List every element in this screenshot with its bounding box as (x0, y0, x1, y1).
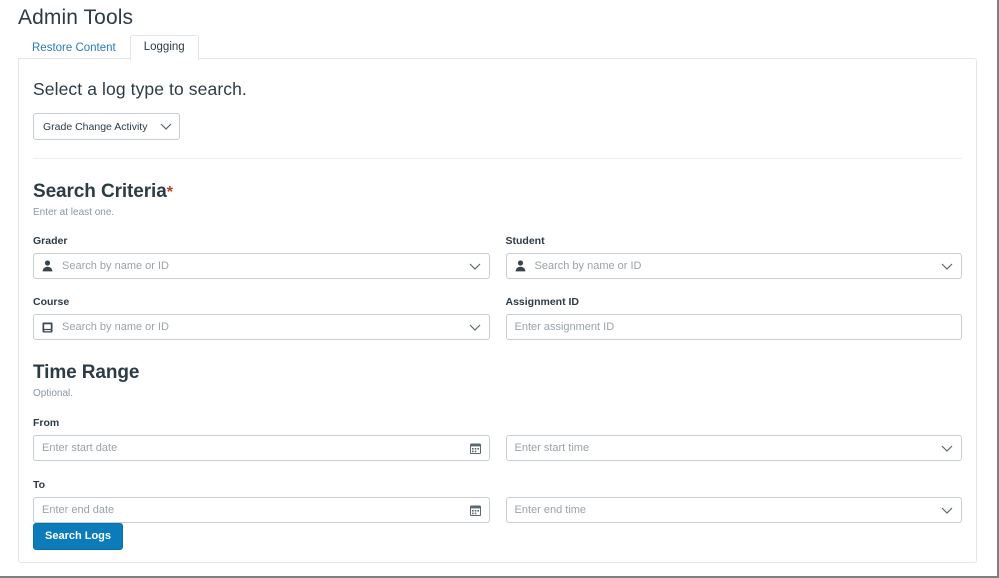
field-start-date: Enter start date (33, 435, 490, 461)
end-time-placeholder: Enter end time (514, 504, 587, 516)
chevron-down-icon (941, 263, 953, 270)
end-date-placeholder: Enter end date (42, 504, 115, 516)
log-type-select[interactable]: Grade Change Activity (33, 113, 180, 140)
to-row: Enter end date Enter end time (33, 497, 962, 523)
student-placeholder: Search by name or ID (534, 260, 642, 272)
end-time-input[interactable]: Enter end time (505, 497, 962, 523)
student-label: Student (505, 235, 545, 247)
logging-panel: Select a log type to search. Grade Chang… (18, 58, 977, 563)
calendar-icon[interactable] (469, 443, 481, 454)
start-time-placeholder: Enter start time (514, 442, 590, 454)
log-type-heading: Select a log type to search. (33, 79, 247, 99)
tab-logging[interactable]: Logging (129, 35, 199, 61)
chevron-down-icon (160, 123, 172, 130)
start-date-input[interactable]: Enter start date (33, 435, 490, 461)
field-student: Student Search by name or ID (505, 235, 962, 279)
calendar-icon[interactable] (469, 505, 481, 516)
search-logs-button[interactable]: Search Logs (33, 523, 124, 550)
search-criteria-heading: Search Criteria* (33, 181, 962, 203)
time-range-subtitle: Optional. (33, 388, 74, 399)
field-end-time: Enter end time (505, 497, 962, 523)
section-divider (33, 158, 962, 159)
grader-placeholder: Search by name or ID (62, 260, 169, 272)
admin-tools-window: Admin Tools Restore Content Logging Sele… (0, 0, 999, 578)
from-label-wrap: From (33, 417, 962, 429)
chevron-down-icon (469, 324, 481, 331)
start-time-input[interactable]: Enter start time (505, 435, 962, 461)
user-icon (515, 260, 526, 272)
search-criteria-heading-text: Search Criteria (33, 181, 167, 202)
course-label: Course (33, 296, 70, 308)
chevron-down-icon (941, 507, 953, 514)
time-range-heading: Time Range (33, 362, 140, 383)
required-asterisk: * (166, 184, 173, 201)
grader-input[interactable]: Search by name or ID (33, 253, 490, 279)
grader-label: Grader (33, 235, 68, 247)
field-course: Course Search by name or ID (33, 296, 490, 340)
field-start-time: Enter start time (505, 435, 962, 461)
field-grader: Grader Search by name or ID (33, 235, 490, 279)
student-input[interactable]: Search by name or ID (505, 253, 962, 279)
user-icon (42, 260, 53, 272)
course-book-icon (42, 322, 53, 333)
end-date-input[interactable]: Enter end date (33, 497, 490, 523)
log-type-selected-value: Grade Change Activity (43, 120, 148, 133)
assignment-id-label: Assignment ID (505, 296, 580, 308)
from-label: From (33, 417, 60, 429)
field-end-date: Enter end date (33, 497, 490, 523)
course-input[interactable]: Search by name or ID (33, 314, 490, 340)
to-label: To (33, 479, 46, 491)
tab-restore-content-label: Restore Content (32, 42, 116, 54)
tab-logging-label: Logging (143, 41, 185, 53)
search-criteria-subtitle: Enter at least one. (33, 207, 115, 218)
course-placeholder: Search by name or ID (62, 321, 169, 333)
assignment-id-placeholder: Enter assignment ID (514, 321, 615, 333)
start-date-placeholder: Enter start date (42, 442, 118, 454)
field-assignment-id: Assignment ID Enter assignment ID (505, 296, 962, 340)
chevron-down-icon (941, 445, 953, 452)
criteria-row-1: Grader Search by name or ID Student Sear… (33, 235, 962, 279)
criteria-row-2: Course Search by name or ID Assignment I… (33, 296, 962, 340)
chevron-down-icon (469, 263, 481, 270)
assignment-id-input[interactable]: Enter assignment ID (505, 314, 962, 340)
page-title: Admin Tools (18, 6, 134, 29)
from-row: Enter start date Enter start time (33, 435, 962, 461)
to-label-wrap: To (33, 479, 962, 491)
